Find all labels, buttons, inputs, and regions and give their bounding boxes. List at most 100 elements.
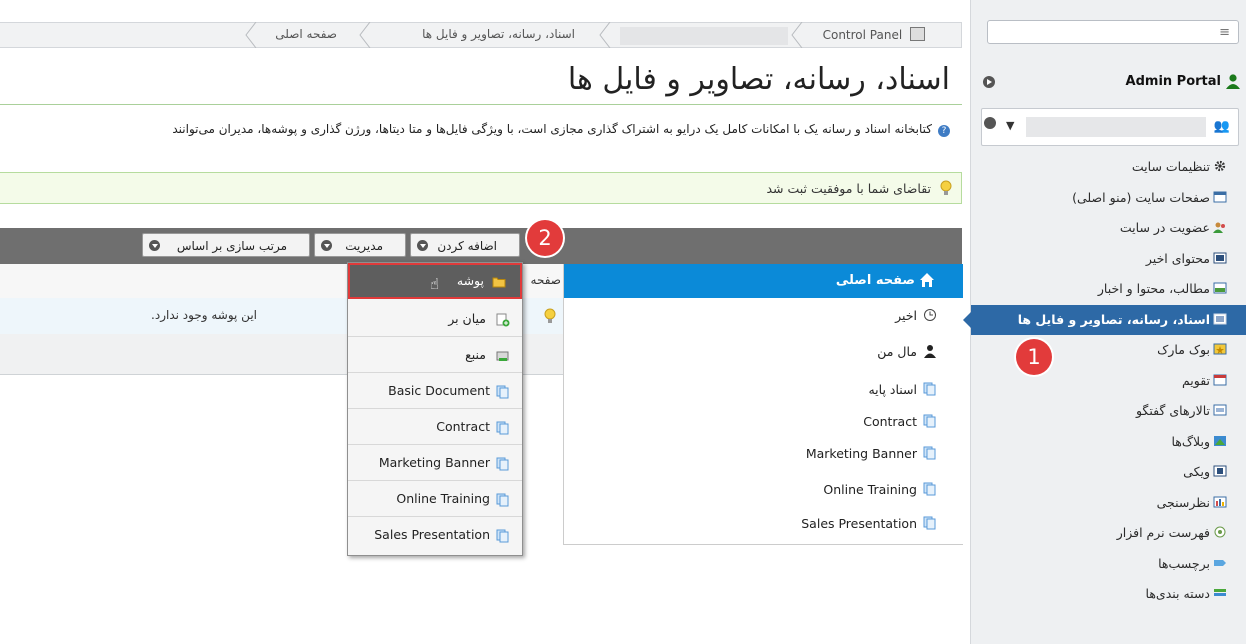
menu-item-sales-presentation[interactable]: Sales Presentation [348,517,522,553]
tree-item-marketing-banner[interactable]: Marketing Banner [806,446,937,461]
sidebar-item-software-catalog[interactable]: فهرست نرم افزار [971,518,1246,549]
sidebar-item-label: تنظیمات سایت [1131,159,1210,174]
tree-item-label: مال من [877,344,917,359]
manage-button[interactable]: مدیریت [314,233,406,257]
sidebar-item-bookmarks[interactable]: بوک مارک [971,335,1246,366]
sidebar-item-recent-content[interactable]: محتوای اخیر [971,244,1246,275]
sidebar-item-wiki[interactable]: ویکی [971,457,1246,488]
tree-root-home[interactable]: صفحه اصلی [564,264,963,298]
menu-item-marketing-banner[interactable]: Marketing Banner [348,445,522,481]
chevron-down-icon [321,240,332,251]
breadcrumb-control-panel[interactable]: Control Panel [823,27,925,42]
add-button[interactable]: اضافه کردن [410,233,520,257]
sidebar-item-membership[interactable]: عضویت در سایت [971,213,1246,244]
chevron-down-icon [149,240,160,251]
document-icon [923,382,936,396]
annotation-step-1: 1 [1016,339,1052,375]
annotation-step-2: 2 [527,220,563,256]
menu-item-folder[interactable]: پوشه ☝ [348,263,522,299]
sidebar-item-tags[interactable]: برچسب‌ها [971,549,1246,580]
bookmark-icon [1213,343,1227,355]
poll-icon [1213,496,1227,507]
sidebar-item-label: وبلاگ‌ها [1171,433,1210,449]
list-header-label: صفحه [530,273,561,287]
chevron-down-icon [417,240,428,251]
menu-item-label: منبع [465,347,486,362]
clock-icon [924,309,936,321]
tree-item-contract[interactable]: Contract [863,414,937,429]
sidebar-item-label: اسناد، رسانه، تصاویر و فایل ها [1017,311,1210,327]
document-icon [496,493,509,507]
sidebar-item-documents-media[interactable]: اسناد، رسانه، تصاویر و فایل ها [963,304,1246,335]
tree-item-label: اخیر [895,308,917,323]
lightbulb-icon [544,308,556,323]
category-icon [1214,589,1226,596]
menu-item-online-training[interactable]: Online Training [348,481,522,517]
expand-icon[interactable] [984,117,996,129]
sort-button-label: مرتب سازی بر اساس [176,239,287,253]
description-text: کتابخانه اسناد و رسانه یک با امکانات کام… [172,122,932,136]
software-icon [1214,526,1226,538]
sidebar-item-label: صفحات سایت (منو اصلی) [1072,189,1210,205]
page-title: اسناد، رسانه، تصاویر و فایل ها [567,62,950,97]
sidebar-item-site-settings[interactable]: تنظیمات سایت [971,152,1246,183]
menu-icon[interactable]: ≡ [1219,25,1230,40]
menu-item-repository[interactable]: منبع [348,337,522,373]
breadcrumb-documents[interactable]: اسناد، رسانه، تصاویر و فایل ها [422,27,575,41]
folder-tree: صفحه اصلی اخیر مال من اسناد پایه Contrac… [563,264,963,545]
tree-item-recent[interactable]: اخیر [895,308,937,323]
page-icon [1213,191,1227,202]
documents-icon [1213,313,1227,324]
sidebar-item-label: بوک مارک [1157,342,1210,357]
folder-icon [492,277,506,288]
site-selector[interactable]: ▼ 👥 [981,108,1239,146]
tag-icon [1214,559,1226,566]
menu-item-label: پوشه [456,273,484,288]
sidebar-item-articles[interactable]: مطالب، محتوا و اخبار [971,274,1246,305]
shortcut-icon [496,313,510,327]
control-panel-icon [910,27,925,41]
sidebar-item-calendar[interactable]: تقویم [971,366,1246,397]
menu-item-label: Basic Document [388,383,490,398]
sidebar-item-label: تالارهای گفتگو [1135,403,1210,418]
sidebar-menu: تنظیمات سایت صفحات سایت (منو اصلی) عضویت… [963,152,1246,610]
chevron-down-icon[interactable]: ▼ [1006,119,1014,132]
breadcrumb-separator [359,22,371,48]
tree-item-sales-presentation[interactable]: Sales Presentation [801,516,937,531]
sidebar-item-label: نظرسنجی [1156,494,1210,510]
menu-item-label: Online Training [396,491,490,506]
success-message: تقاضای شما با موفقیت ثبت شد [766,181,931,196]
breadcrumb-separator [599,22,611,48]
menu-item-shortcut[interactable]: میان بر [348,301,522,337]
sort-button[interactable]: مرتب سازی بر اساس [142,233,310,257]
tree-item-mine[interactable]: مال من [877,344,937,359]
sidebar-item-categories[interactable]: دسته بندی‌ها [971,579,1246,610]
expand-icon[interactable] [983,76,995,88]
empty-message-text: این پوشه وجود ندارد. [151,308,257,322]
title-divider [0,104,962,105]
sidebar-item-polls[interactable]: نظرسنجی [971,488,1246,519]
sidebar-search-input[interactable] [994,22,1218,44]
add-button-label: اضافه کردن [437,239,497,253]
document-icon [496,457,509,471]
menu-item-label: میان بر [448,311,486,326]
breadcrumb-label: Control Panel [822,28,903,42]
document-icon [496,385,509,399]
sidebar-item-forums[interactable]: تالارهای گفتگو [971,396,1246,427]
breadcrumb-home[interactable]: صفحه اصلی [275,27,337,41]
sidebar-item-site-pages[interactable]: صفحات سایت (منو اصلی) [971,183,1246,214]
success-message-box: تقاضای شما با موفقیت ثبت شد [0,172,962,204]
menu-item-basic-document[interactable]: Basic Document [348,373,522,409]
sidebar-item-label: مطالب، محتوا و اخبار [1097,281,1210,296]
tree-item-label: Marketing Banner [805,446,917,461]
sidebar-item-blogs[interactable]: وبلاگ‌ها [971,427,1246,458]
admin-portal-header[interactable]: Admin Portal [971,64,1246,100]
tree-item-basic-documents[interactable]: اسناد پایه [868,382,937,397]
tree-item-online-training[interactable]: Online Training [823,482,937,497]
menu-item-contract[interactable]: Contract [348,409,522,445]
sidebar-search-box[interactable]: ≡ [987,20,1239,44]
document-icon [923,482,936,496]
sidebar-item-label: دسته بندی‌ها [1145,586,1210,601]
forum-icon [1213,404,1227,416]
user-icon [924,345,936,358]
